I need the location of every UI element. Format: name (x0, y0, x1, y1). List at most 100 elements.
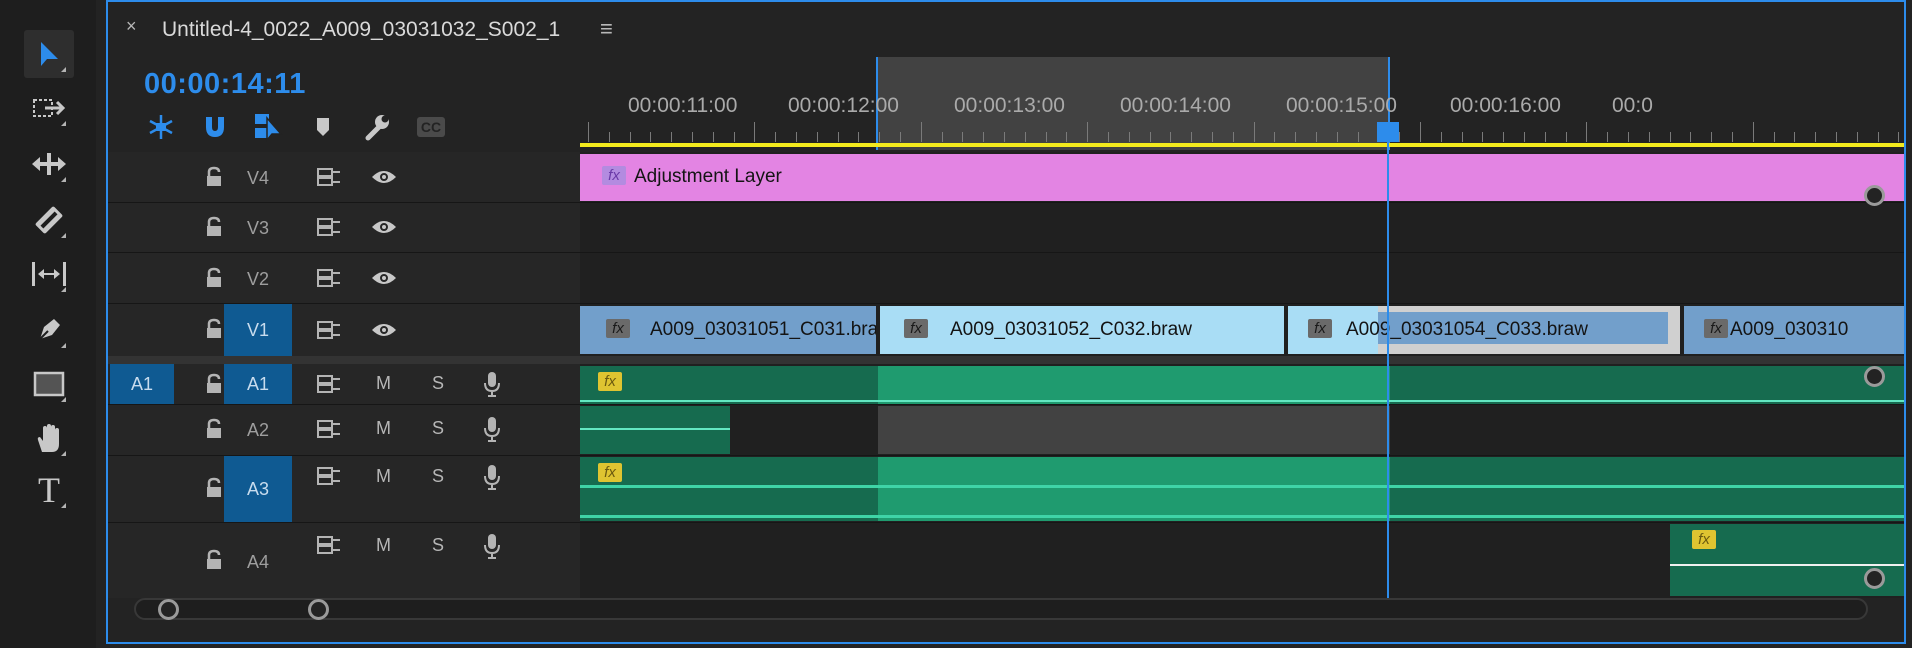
toggle-sync-lock-icon[interactable] (316, 419, 342, 444)
audio-clip-a3[interactable]: fx (580, 457, 1904, 521)
ruler-tick (1357, 132, 1359, 142)
ruler-tick (1024, 132, 1026, 142)
zoom-scrollbar[interactable] (134, 598, 1868, 620)
lock-icon[interactable] (204, 418, 226, 444)
lock-icon[interactable] (204, 477, 226, 503)
zoom-scroll-left-handle[interactable] (158, 599, 179, 620)
toggle-sync-lock-icon[interactable] (316, 217, 342, 242)
video-clip-c032[interactable]: fx A009_03031052_C032.braw (880, 306, 1284, 354)
snap-magnet-icon[interactable] (198, 112, 232, 142)
solo-button[interactable]: S (432, 373, 444, 394)
ruler-label: 00:00:11:00 (628, 94, 738, 117)
work-area-bar[interactable] (580, 143, 1904, 147)
add-marker-icon[interactable] (306, 112, 340, 142)
track-name-v2[interactable]: V2 (224, 267, 292, 291)
solo-button[interactable]: S (432, 466, 444, 487)
mute-button[interactable]: M (376, 373, 391, 394)
toggle-sync-lock-icon[interactable] (316, 320, 342, 345)
track-name-a2[interactable]: A2 (224, 418, 292, 442)
eye-icon[interactable] (370, 321, 398, 344)
solo-button[interactable]: S (432, 535, 444, 556)
sequence-title[interactable]: Untitled-4_0022_A009_03031032_S002_1 (162, 18, 560, 42)
lock-icon[interactable] (204, 318, 226, 344)
microphone-icon[interactable] (482, 371, 502, 402)
ruler-tick (1586, 122, 1588, 142)
ruler-tick (1170, 132, 1172, 142)
microphone-icon[interactable] (482, 464, 502, 495)
video-clip-c033[interactable]: fx A009_03031054_C033.braw (1288, 306, 1680, 354)
track-name-v1[interactable]: V1 (224, 304, 292, 356)
toggle-sync-lock-icon[interactable] (316, 535, 342, 560)
video-audio-divider[interactable] (108, 356, 1904, 364)
ruler-tick (1274, 132, 1276, 142)
selection-tool-icon[interactable] (24, 30, 74, 78)
track-header-a3: A3 M S (108, 456, 580, 522)
ripple-edit-tool-icon[interactable] (24, 140, 74, 188)
video-clip-c031[interactable]: fx A009_03031051_C031.braw (580, 306, 876, 354)
fx-badge: fx (1308, 319, 1332, 338)
lock-icon[interactable] (204, 549, 226, 575)
hand-tool-icon[interactable] (24, 414, 74, 462)
eye-icon[interactable] (370, 218, 398, 241)
track-select-forward-tool-icon[interactable] (24, 84, 74, 132)
video-track-scroll-knob[interactable] (1864, 185, 1885, 206)
ruler-tick (962, 132, 964, 142)
lock-icon[interactable] (204, 373, 226, 399)
linked-selection-icon[interactable] (252, 112, 286, 142)
type-tool-icon[interactable]: T (24, 466, 74, 514)
ruler-tick (1732, 132, 1733, 142)
ruler-label: 00:00:15:00 (1286, 94, 1397, 117)
toggle-sync-lock-icon[interactable] (316, 268, 342, 293)
playhead-timecode[interactable]: 00:00:14:11 (144, 68, 306, 101)
source-patch-a1[interactable]: A1 (110, 364, 174, 404)
fx-badge: fx (598, 463, 622, 482)
playhead-line[interactable] (1387, 142, 1389, 598)
microphone-icon[interactable] (482, 533, 502, 564)
slip-tool-icon[interactable] (24, 250, 74, 298)
playhead-handle[interactable] (1377, 122, 1399, 142)
ruler-tick (650, 132, 652, 142)
rectangle-tool-icon[interactable] (24, 360, 74, 408)
lock-icon[interactable] (204, 166, 226, 192)
track-name-a1[interactable]: A1 (224, 364, 292, 404)
ruler-tick (1440, 132, 1442, 142)
pen-tool-icon[interactable] (24, 306, 74, 354)
timeline-settings-wrench-icon[interactable] (360, 112, 394, 142)
ruler-tick (1108, 132, 1109, 142)
audio-clip-a2[interactable] (580, 406, 730, 454)
video-clip-c034[interactable]: fx A009_030310 (1684, 306, 1904, 354)
toggle-sync-lock-icon[interactable] (316, 374, 342, 399)
timeline-tab[interactable]: × Untitled-4_0022_A009_03031032_S002_1 ≡ (108, 2, 1904, 52)
captions-icon[interactable]: CC (414, 112, 448, 142)
toggle-sync-lock-icon[interactable] (316, 466, 342, 491)
ruler-tick (588, 122, 589, 142)
toggle-sync-lock-icon[interactable] (316, 167, 342, 192)
fx-badge: fx (1692, 530, 1716, 549)
microphone-icon[interactable] (482, 416, 502, 447)
ruler-tick (1752, 122, 1754, 142)
audio-track-scroll-knob[interactable] (1864, 568, 1885, 589)
mute-button[interactable]: M (376, 466, 391, 487)
eye-icon[interactable] (370, 269, 398, 292)
adjustment-layer-clip[interactable]: fx Adjustment Layer (580, 154, 1904, 201)
track-name-v4[interactable]: V4 (224, 166, 292, 190)
solo-button[interactable]: S (432, 418, 444, 439)
ruler-tick (608, 132, 610, 142)
lock-icon[interactable] (204, 216, 226, 242)
mute-button[interactable]: M (376, 535, 391, 556)
track-name-a4[interactable]: A4 (224, 550, 292, 574)
mute-button[interactable]: M (376, 418, 391, 439)
zoom-scroll-right-handle[interactable] (308, 599, 329, 620)
eye-icon[interactable] (370, 168, 398, 191)
track-name-a3[interactable]: A3 (224, 456, 292, 522)
close-tab-icon[interactable]: × (126, 16, 137, 37)
track-name-v3[interactable]: V3 (224, 216, 292, 240)
ruler-tick (754, 122, 756, 142)
nest-insert-icon[interactable] (144, 112, 178, 142)
razor-tool-icon[interactable] (24, 196, 74, 244)
audio-track-scroll-knob[interactable] (1864, 366, 1885, 387)
ruler-tick (1877, 132, 1879, 142)
panel-menu-icon[interactable]: ≡ (600, 16, 613, 42)
lock-icon[interactable] (204, 267, 226, 293)
audio-clip-a1[interactable]: fx (580, 366, 1904, 404)
